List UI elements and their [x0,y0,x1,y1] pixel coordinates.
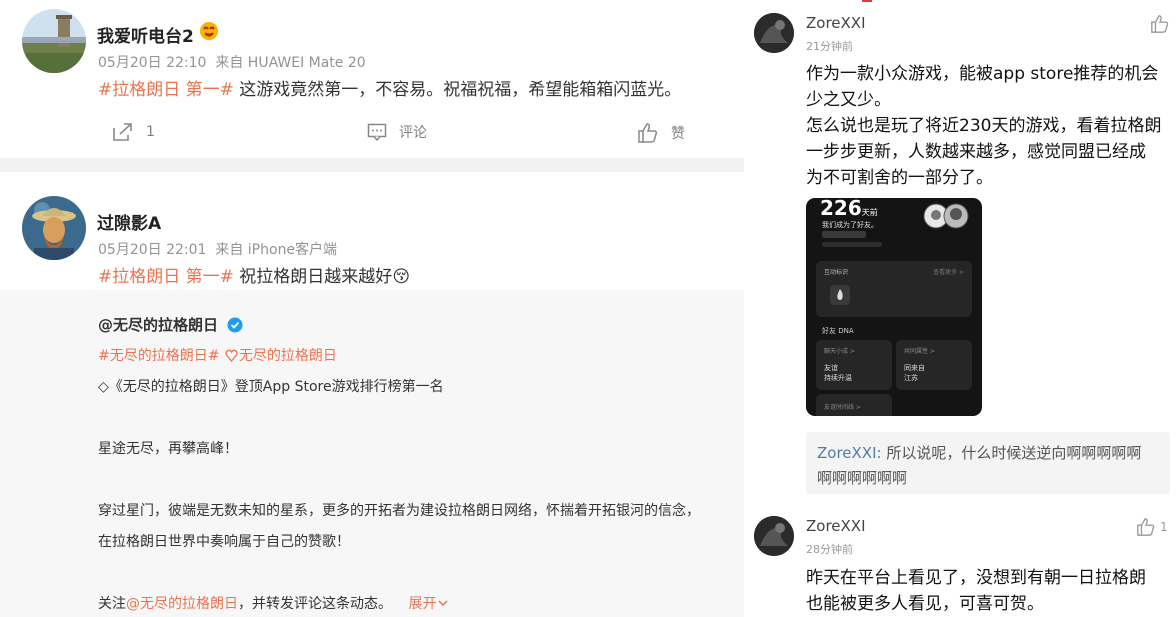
card-title: 互动标识 [824,269,849,276]
username[interactable]: 我爱听电台2 [97,22,194,47]
days-number: 226 [820,198,862,220]
comment-author[interactable]: ZoreXXI [806,14,866,32]
link-icon [225,349,238,366]
repost-author: @无尽的拉格朗日 [98,314,243,337]
repost-icon [113,123,132,141]
expand-label: 展开 [408,596,437,612]
repost-content: @无尽的拉格朗日 #无尽的拉格朗日# 无尽的拉格朗日 ◇《无尽的拉格朗日》登顶A… [0,290,744,617]
card-link[interactable]: 查看更多 > [933,267,964,276]
comment-icon [367,123,387,141]
post-meta: 05月20日 22:10 来自 HUAWEI Mate 20 [98,52,366,72]
post-meta: 05月20日 22:01 来自 iPhone客户端 [98,239,337,259]
dna-label: 共同属性 > [904,348,935,355]
comment-time: 21分钟前 [806,40,853,53]
days-count: 226天前 [820,198,878,220]
comment-label: 评论 [399,125,427,141]
post-text: #拉格朗日 第一# 这游戏竟然第一，不容易。祝福祝福，希望能箱箱闪蓝光。 [98,75,681,100]
verified-icon [227,317,243,337]
kiss-emoji-icon: 😚 [392,267,411,287]
comment-line: 怎么说也是玩了将近230天的游戏，看着拉格朗 [806,116,1162,136]
post-body: 这游戏竟然第一，不容易。祝福祝福，希望能箱箱闪蓝光。 [233,80,682,100]
hashtag-link[interactable]: #拉格朗日 第一# [98,80,234,100]
dna-title: 好友 DNA [822,327,854,335]
avatar[interactable] [754,13,794,53]
days-unit: 天前 [861,208,878,217]
avatar[interactable] [22,196,86,260]
flame-icon [830,285,850,305]
dna-value: 友谊 [824,364,838,372]
friend-avatars [922,202,974,230]
post-body: 祝拉格朗日越来越好 [233,267,393,287]
chevron-down-icon [438,595,448,611]
top-accent [862,0,872,2]
dna-box: 聊天小成 > 友谊 持续升温 [816,340,892,390]
dna-value: 同来自 [904,364,925,372]
tag-pill [822,231,866,238]
follow-suffix: ，并转发评论这条动态。 [238,596,392,612]
badge-icon [199,21,219,41]
reply-line: ZoreXXI: 所以说呢，什么时候送逆向啊啊啊啊啊 [817,442,1141,463]
interaction-card: 互动标识 查看更多 > [816,261,972,317]
weibo-feed: 我爱听电台2 05月20日 22:10 来自 HUAWEI Mate 20 #拉… [0,0,744,617]
repost-button[interactable]: 1 [112,122,155,142]
like-count: 1 [1160,520,1168,534]
comment-line: 作为一款小众游戏，能被app store推荐的机会 [806,64,1159,84]
reply-line: 啊啊啊啊啊啊 [817,469,908,487]
feed-divider [0,158,744,172]
comment-line: 为不可割舍的一部分了。 [806,168,993,188]
follow-prefix: 关注 [98,596,126,612]
hashtag-link[interactable]: #无尽的拉格朗日# [98,348,219,364]
dna-box: 共同属性 > 同来自 江苏 [896,340,972,390]
friend-line: 我们成为了好友。 [822,221,878,229]
like-label: 赞 [671,126,685,142]
repost-line: 穿过星门，彼端是无数未知的星系，更多的开拓者为建设拉格朗日网络，怀揣着开拓银河的… [98,503,700,519]
post-text: #拉格朗日 第一# 祝拉格朗日越来越好😚 [98,262,410,287]
comment-author[interactable]: ZoreXXI [806,517,866,535]
repost-follow: 关注@无尽的拉格朗日，并转发评论这条动态。 展开 [98,593,448,613]
repost-count: 1 [146,124,155,140]
repost-line: 在拉格朗日世界中奏响属于自己的赞歌！ [98,534,350,550]
thumbs-up-icon[interactable] [1150,14,1170,38]
comment-image[interactable]: 226天前 我们成为了好友。 互动标识 查看更多 > 好友 DNA 聊天小成 >… [806,198,982,416]
comment-line: 昨天在平台上看见了，没想到有朝一日拉格朗 [806,568,1146,588]
comment-line: 少之又少。 [806,90,891,110]
comment-line: 一步步更新，人数越来越多，感觉同盟已经成 [806,142,1146,162]
like-button[interactable]: 赞 [637,122,685,144]
dna-box: 友谊时间线 > [816,394,892,416]
expand-button[interactable]: 展开 [408,596,448,612]
comment-line: 也能被更多人看见，可喜可贺。 [806,594,1044,614]
comment-button[interactable]: 评论 [367,122,427,142]
reply-author-link[interactable]: ZoreXXI: [817,444,882,462]
username[interactable]: 过隙影A [97,209,161,234]
post-time[interactable]: 05月20日 22:10 [98,55,206,71]
post-source: 来自 HUAWEI Mate 20 [215,55,366,71]
like-button[interactable]: 1 [1136,517,1168,537]
mention-link[interactable]: @无尽的拉格朗日 [126,596,238,612]
dna-label: 友谊时间线 > [824,404,861,411]
dna-value: 持续升温 [824,374,852,382]
reply-text: 所以说呢，什么时候送逆向啊啊啊啊啊 [881,444,1142,462]
avatar[interactable] [754,516,794,556]
hashtag-link[interactable]: #拉格朗日 第一# [98,267,234,287]
avatar[interactable] [22,9,86,73]
comment-time: 28分钟前 [806,543,853,556]
reply-preview[interactable]: ZoreXXI: 所以说呢，什么时候送逆向啊啊啊啊啊 啊啊啊啊啊啊 [806,432,1170,494]
thumbs-up-icon [638,123,658,143]
post-time[interactable]: 05月20日 22:01 [98,242,206,258]
dna-label: 聊天小成 > [824,348,855,355]
repost-line: 星途无尽，再攀高峰！ [98,441,238,457]
dna-value: 江苏 [904,374,918,382]
caption-bar [822,242,882,247]
thumbs-up-icon [1137,518,1155,536]
post-source: 来自 iPhone客户端 [215,242,338,258]
repost-tags: #无尽的拉格朗日# 无尽的拉格朗日 [98,345,337,366]
repost-author-link[interactable]: @无尽的拉格朗日 [98,316,218,334]
super-topic-link[interactable]: 无尽的拉格朗日 [239,348,337,364]
repost-line: ◇《无尽的拉格朗日》登顶App Store游戏排行榜第一名 [98,379,444,395]
